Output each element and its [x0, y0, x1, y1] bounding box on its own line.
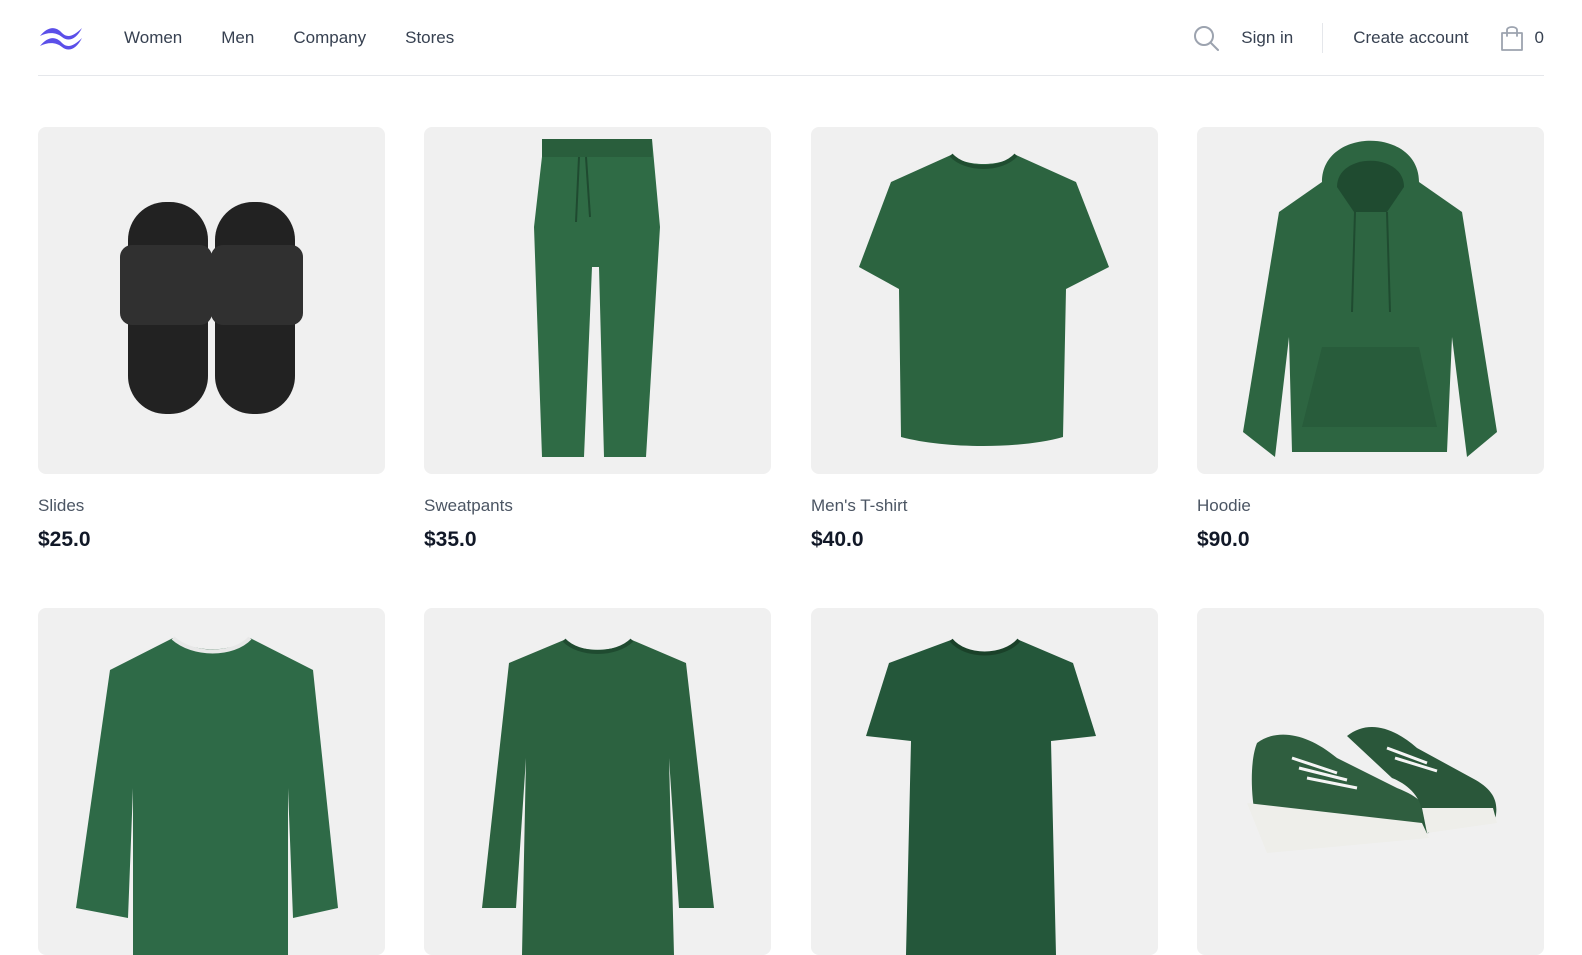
slides-image: [120, 202, 303, 414]
sign-in-link[interactable]: Sign in: [1241, 28, 1293, 48]
header-actions: Sign in Create account 0: [1193, 0, 1544, 76]
product-price: $40.0: [811, 528, 864, 551]
site-header: Women Men Company Stores Sign in Create …: [38, 0, 1544, 76]
product-price: $35.0: [424, 528, 477, 551]
product-image-slides[interactable]: [38, 127, 385, 474]
product-image-hoodie[interactable]: [1197, 127, 1544, 474]
sweatshirt-image: [76, 636, 338, 955]
mens-tshirt-image: [859, 153, 1109, 446]
product-image-sneakers[interactable]: [1197, 608, 1544, 955]
product-price: $25.0: [38, 528, 91, 551]
product-image-sweatshirt-women[interactable]: [424, 608, 771, 955]
hoodie-image: [1243, 140, 1497, 457]
sweatpants-image: [534, 139, 660, 457]
create-account-link[interactable]: Create account: [1353, 28, 1468, 48]
product-name[interactable]: Sweatpants: [424, 496, 513, 516]
product-image-womens-tshirt[interactable]: [811, 608, 1158, 955]
product-price: $90.0: [1197, 528, 1250, 551]
product-name[interactable]: Slides: [38, 496, 84, 516]
main-nav: Women Men Company Stores: [124, 0, 493, 76]
womens-tshirt-image: [866, 638, 1096, 955]
cart-count: 0: [1534, 28, 1544, 47]
product-name[interactable]: Men's T-shirt: [811, 496, 907, 516]
nav-stores[interactable]: Stores: [405, 28, 454, 48]
header-divider: [1322, 23, 1324, 53]
nav-men[interactable]: Men: [221, 28, 254, 48]
search-icon[interactable]: [1193, 25, 1220, 51]
nav-company[interactable]: Company: [293, 28, 366, 48]
tailwind-wave-icon[interactable]: [38, 24, 84, 52]
product-image-sweatshirt[interactable]: [38, 608, 385, 955]
sneakers-image: [1247, 726, 1497, 853]
shopping-bag-icon: [1500, 26, 1523, 51]
cart-button[interactable]: 0: [1499, 24, 1544, 52]
sweatshirt-women-image: [482, 638, 714, 955]
product-image-mens-tshirt[interactable]: [811, 127, 1158, 474]
nav-women[interactable]: Women: [124, 28, 182, 48]
product-name[interactable]: Hoodie: [1197, 496, 1251, 516]
product-image-sweatpants[interactable]: [424, 127, 771, 474]
